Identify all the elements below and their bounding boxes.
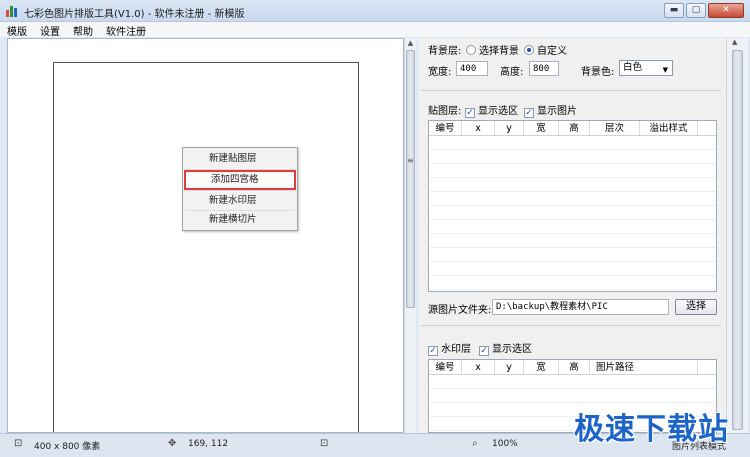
ctx-add-four-grid[interactable]: 添加四宫格: [184, 170, 296, 190]
scroll-thumb[interactable]: [732, 50, 743, 430]
source-folder-label: 源图片文件夹:: [428, 305, 492, 316]
watermark-layer-checkbox[interactable]: ✓ 水印层: [428, 340, 471, 356]
status-zoom: 100%: [492, 439, 518, 449]
zoom-icon: ⌕: [472, 438, 478, 449]
status-cursor: 169, 112: [188, 439, 229, 449]
canvas-area[interactable]: 新建贴图层 添加四宫格 新建水印层 新建横切片: [7, 38, 404, 433]
splitter-grip-icon: ≡: [407, 156, 414, 165]
table-header: 编号 x y 宽 高 图片路径: [429, 360, 716, 375]
choose-folder-button[interactable]: 选择: [675, 299, 717, 315]
panel-scrollbar[interactable]: ▲: [726, 38, 748, 433]
ctx-new-sticker-layer[interactable]: 新建贴图层: [184, 149, 296, 169]
chevron-down-icon: ▼: [662, 66, 668, 74]
maximize-button[interactable]: ▢: [686, 3, 706, 18]
menu-template[interactable]: 模版: [0, 22, 33, 38]
radio-off-icon: [466, 45, 476, 55]
app-icon: [6, 5, 18, 17]
ctx-new-slice[interactable]: 新建横切片: [184, 210, 296, 230]
scroll-up-icon[interactable]: ▲: [732, 38, 737, 46]
section-divider: [421, 90, 721, 91]
bgcolor-label: 背景色:: [581, 67, 615, 78]
width-label: 宽度:: [428, 67, 452, 78]
width-input[interactable]: 400: [456, 61, 488, 76]
page-sheet[interactable]: [53, 62, 359, 432]
cursor-move-icon: ✥: [168, 438, 177, 449]
properties-panel: 背景层: 选择背景 自定义 宽度: 400 高度: 800 背景色: 白色 ▼ …: [418, 38, 726, 433]
radio-custom[interactable]: 自定义: [524, 42, 567, 57]
title-bar: 七彩色图片排版工具(V1.0) - 软件未注册 - 新模版 ▬ ▢ ✕: [0, 0, 750, 22]
selection-icon: ⊡: [320, 438, 329, 449]
source-folder-input[interactable]: D:\backup\教程素材\PIC: [492, 299, 669, 315]
radio-on-icon: [524, 45, 534, 55]
sticker-layer-table[interactable]: 编号 x y 宽 高 层次 溢出样式: [428, 120, 717, 292]
checkmark-icon: ✓: [524, 108, 534, 118]
menu-register[interactable]: 软件注册: [99, 22, 152, 38]
status-size: 400 x 800 像素: [34, 442, 101, 452]
section-divider: [421, 325, 721, 326]
sticker-layer-label: 贴图层:: [428, 106, 462, 117]
scroll-thumb[interactable]: [406, 50, 415, 308]
checkmark-icon: ✓: [428, 346, 438, 356]
bg-layer-label: 背景层:: [428, 46, 462, 57]
height-label: 高度:: [500, 67, 524, 78]
context-menu: 新建贴图层 添加四宫格 新建水印层 新建横切片: [182, 147, 298, 231]
table-header: 编号 x y 宽 高 层次 溢出样式: [429, 121, 716, 136]
window-title: 七彩色图片排版工具(V1.0) - 软件未注册 - 新模版: [24, 9, 245, 20]
bgcolor-select[interactable]: 白色 ▼: [619, 60, 673, 76]
site-watermark-logo: 极速下载站: [574, 412, 729, 447]
checkmark-icon: ✓: [479, 346, 489, 356]
sticker-show-selection-checkbox[interactable]: ✓ 显示选区: [465, 102, 518, 118]
checkmark-icon: ✓: [465, 108, 475, 118]
menu-help[interactable]: 帮助: [66, 22, 99, 38]
height-input[interactable]: 800: [529, 61, 559, 76]
sticker-show-image-checkbox[interactable]: ✓ 显示图片: [524, 102, 577, 118]
minimize-button[interactable]: ▬: [664, 3, 684, 18]
scroll-up-icon[interactable]: ▲: [405, 38, 416, 49]
menu-settings[interactable]: 设置: [33, 22, 66, 38]
table-body: [429, 136, 716, 291]
close-button[interactable]: ✕: [708, 3, 744, 18]
menu-bar: 模版 设置 帮助 软件注册: [0, 22, 750, 38]
page-size-icon: ⊡: [14, 438, 23, 449]
canvas-scrollbar[interactable]: ▲ ≡: [404, 38, 416, 433]
radio-select-bg[interactable]: 选择背景: [466, 42, 519, 57]
watermark-show-selection-checkbox[interactable]: ✓ 显示选区: [479, 340, 532, 356]
ctx-new-watermark-layer[interactable]: 新建水印层: [184, 191, 296, 211]
